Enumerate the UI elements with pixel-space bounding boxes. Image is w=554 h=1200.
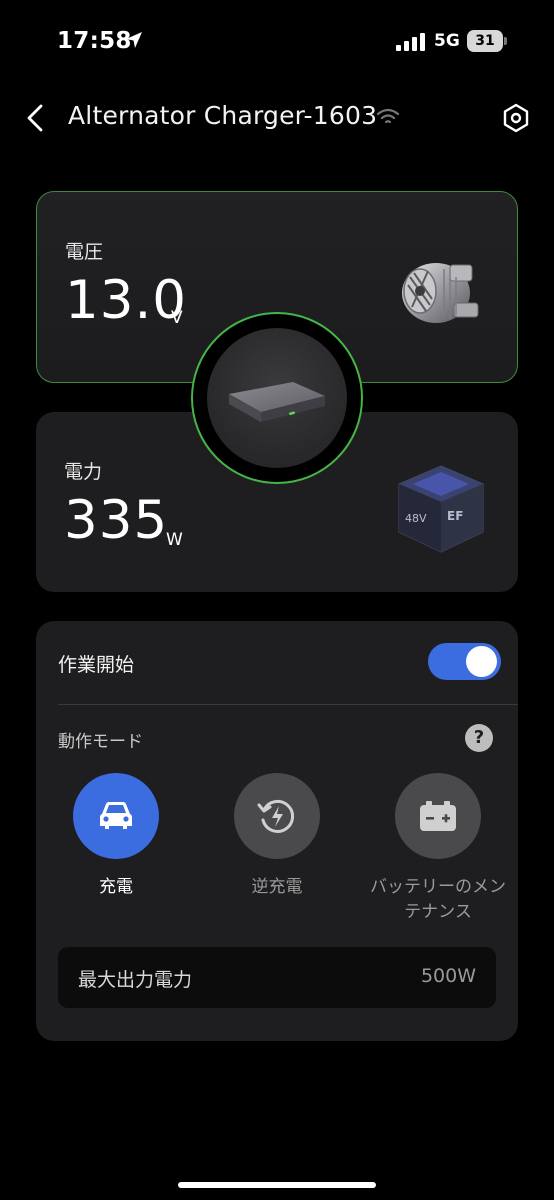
toggle-knob — [466, 646, 497, 677]
control-card: 作業開始 動作モード ? 充電 逆充電 バッテリーのメン テナンス 最大出力電力… — [36, 621, 518, 1041]
settings-hexagon-icon[interactable] — [500, 102, 532, 134]
screen: 17:58 5G 31 Alternator Charger-1603 電圧 1… — [0, 0, 554, 1200]
divider — [58, 704, 518, 705]
charger-device-image — [229, 382, 325, 422]
voltage-unit: V — [171, 308, 183, 328]
power-label: 電力 — [64, 461, 103, 483]
mode-maint-line1: バッテリーのメン — [370, 877, 506, 897]
signal-icon — [396, 33, 425, 51]
back-chevron-icon[interactable] — [24, 103, 48, 133]
mode-reverse-charge-button[interactable] — [234, 773, 320, 859]
device-inner — [207, 328, 347, 468]
network-type: 5G — [434, 31, 460, 51]
mode-charge-button[interactable] — [73, 773, 159, 859]
voltage-value: 13.0 — [65, 270, 188, 331]
power-unit: W — [166, 530, 183, 550]
battery-48v-image: 48V EF — [398, 465, 484, 553]
mode-charge-label: 充電 — [99, 877, 133, 897]
voltage-label: 電圧 — [65, 241, 104, 263]
home-indicator[interactable] — [178, 1182, 376, 1188]
max-output-row[interactable]: 最大出力電力 500W — [58, 947, 496, 1008]
mode-reverse-charge-label: 逆充電 — [251, 877, 303, 897]
mode-maint-line2: テナンス — [404, 902, 472, 922]
power-value: 335 — [64, 490, 169, 551]
status-bar: 17:58 5G 31 — [0, 0, 554, 80]
battery-badge: 48V — [405, 512, 427, 525]
max-output-value: 500W — [420, 965, 476, 987]
battery-nub — [504, 37, 507, 45]
device-ring — [191, 312, 363, 484]
car-icon — [100, 802, 132, 829]
wifi-icon — [376, 108, 400, 124]
battery-icon: 31 — [467, 30, 507, 52]
help-icon[interactable]: ? — [465, 724, 493, 752]
status-time: 17:58 — [57, 28, 132, 54]
reverse-charge-icon — [257, 799, 295, 833]
operation-mode-label: 動作モード — [58, 732, 143, 752]
page-title: Alternator Charger-1603 — [68, 101, 378, 130]
car-battery-icon — [420, 801, 456, 831]
mode-battery-maintenance-label: バッテリーのメン テナンス — [358, 875, 518, 925]
mode-battery-maintenance-button[interactable] — [395, 773, 481, 859]
brand-mark: EF — [447, 509, 463, 523]
work-start-toggle[interactable] — [428, 643, 501, 680]
location-arrow-icon — [126, 32, 142, 48]
work-start-label: 作業開始 — [58, 654, 135, 676]
battery-level: 31 — [467, 30, 503, 52]
alternator-image — [402, 263, 479, 323]
max-output-label: 最大出力電力 — [78, 969, 193, 991]
